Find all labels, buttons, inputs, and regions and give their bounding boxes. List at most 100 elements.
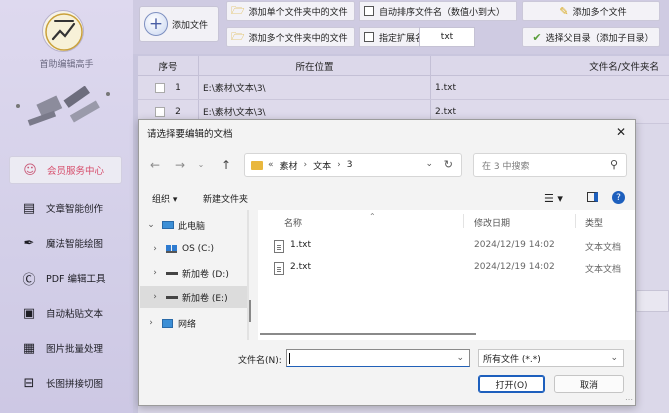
folder-icon: 🗁 [231,3,245,17]
navigation-tree: ⌄ 此电脑 › OS (C:) › 新加卷 (D:) › 新加卷 (E:) › … [140,210,247,340]
add-multi-files-button[interactable]: ✎ 添加多个文件 [522,1,660,21]
column-name-header[interactable]: 名称 [284,216,302,229]
filename-input[interactable]: ⌄ [286,349,470,367]
sidebar-item-vip-center[interactable]: ☺ 会员服务中心 [9,156,122,184]
row-checkbox[interactable] [155,82,166,93]
checkbox-box [364,32,374,42]
tree-item-os-c[interactable]: › OS (C:) [140,238,247,260]
search-input[interactable]: 在 3 中搜索 ⚲ [473,153,627,177]
add-multi-folder-button[interactable]: 🗁 添加多个文件夹中的文件 [226,27,355,47]
auto-sort-checkbox[interactable]: 自动排序文件名（数值小到大） [359,1,517,21]
chevron-down-icon[interactable]: ⌄ [456,353,464,363]
sidebar-item-label: PDF 编辑工具 [46,274,106,285]
new-folder-button[interactable]: 新建文件夹 [203,192,248,205]
horizontal-scrollbar[interactable] [260,333,476,335]
decorative-graphic [16,86,110,126]
sidebar-item-pdf[interactable]: Ⓒ PDF 编辑工具 [9,264,122,292]
sidebar-item-article[interactable]: ▤ 文章智能创作 [9,194,122,222]
help-icon[interactable]: ? [612,191,625,204]
column-index: 序号 [158,61,178,73]
check-icon: ✔ [532,30,542,44]
organize-button[interactable]: 组织 ▾ [152,192,177,205]
chevron-right-icon[interactable]: › [150,244,160,254]
column-location: 所在位置 [198,56,430,75]
row-location: E:\素材\文本\3\ [198,76,430,99]
breadcrumb-item[interactable]: 素材 [280,159,298,172]
close-icon[interactable]: ✕ [613,124,629,140]
add-file-button[interactable]: + 添加文件 [139,6,219,42]
hidden-button-fragment[interactable] [636,290,669,312]
tree-item-drive-e[interactable]: › 新加卷 (E:) [140,286,247,308]
forward-arrow-icon[interactable]: → [173,158,187,172]
sidebar-item-label: 魔法智能绘图 [46,239,104,250]
breadcrumb-overflow[interactable]: « [268,160,274,170]
sidebar-item-magic-draw[interactable]: ✒ 魔法智能绘图 [9,229,122,257]
cancel-button[interactable]: 取消 [554,375,624,393]
row-index: 2 [175,106,181,117]
extension-input[interactable]: txt [419,27,475,47]
chevron-right-icon[interactable]: › [150,292,160,302]
checkbox-box [364,6,374,16]
tree-item-this-pc[interactable]: ⌄ 此电脑 [140,214,247,236]
sidebar-item-auto-paste[interactable]: ▣ 自动粘贴文本 [9,299,122,327]
add-single-folder-button[interactable]: 🗁 添加单个文件夹中的文件 [226,1,355,21]
tree-scrollbar[interactable] [249,300,251,322]
open-button[interactable]: 打开(O) [478,375,545,393]
tree-item-network[interactable]: › 网络 [140,312,247,334]
chevron-down-icon[interactable]: ⌄ [194,160,208,169]
filename-label: 文件名(N): [238,356,282,366]
file-row[interactable]: 2.txt 2024/12/19 14:02 文本文档 [258,256,635,278]
file-list-header: 名称 ⌃ 修改日期 类型 [258,210,635,232]
chevron-down-icon[interactable]: ⌄ [146,220,156,230]
sidebar-item-label: 长图拼接切图 [46,379,104,390]
column-name: 文件名/文件夹名 [430,56,669,75]
dialog-title: 请选择要编辑的文档 [147,129,233,140]
sort-up-icon: ⌃ [369,212,376,221]
auto-sort-label: 自动排序文件名（数值小到大） [379,7,506,18]
sidebar-item-label: 图片批量处理 [46,344,104,355]
plus-icon: + [144,12,168,36]
pencil-icon: ✎ [559,4,569,18]
table-header: 序号 所在位置 文件名/文件夹名 [138,56,669,76]
user-icon: ☺ [23,162,37,178]
preview-pane-icon[interactable] [587,192,598,202]
breadcrumb-item[interactable]: 文本 [313,159,331,172]
sidebar-item-label: 会员服务中心 [47,166,105,177]
breadcrumb-item[interactable]: 3 [347,160,353,170]
sidebar-item-label: 文章智能创作 [46,204,104,215]
table-row[interactable]: 1 E:\素材\文本\3\ 1.txt [138,76,669,100]
drive-icon [165,268,178,278]
row-checkbox[interactable] [155,106,166,117]
tree-label: 此电脑 [178,221,206,232]
resize-grip-icon[interactable]: ⋯ [625,395,633,404]
tree-label: 网络 [178,319,197,330]
column-date-header[interactable]: 修改日期 [474,216,510,229]
open-file-dialog: 请选择要编辑的文档 ✕ ← → ⌄ ↑ « 素材 › 文本 › 3 ⌄ ↻ 在 … [138,119,636,406]
filetype-select[interactable]: 所有文件 (*.*) ⌄ [478,349,624,367]
tree-item-drive-d[interactable]: › 新加卷 (D:) [140,262,247,284]
address-bar[interactable]: « 素材 › 文本 › 3 ⌄ ↻ [244,153,462,177]
sidebar-item-long-image[interactable]: ⊟ 长图拼接切图 [9,369,122,397]
folder-icon [251,160,263,170]
chevron-down-icon[interactable]: ⌄ [425,159,433,169]
up-arrow-icon[interactable]: ↑ [219,158,233,172]
file-row[interactable]: 1.txt 2024/12/19 14:02 文本文档 [258,234,635,256]
view-menu-icon[interactable]: ☰ ▾ [544,192,563,205]
back-arrow-icon[interactable]: ← [148,158,162,172]
chevron-right-icon[interactable]: › [150,268,160,278]
file-name: 2.txt [290,262,311,272]
tree-label: 新加卷 (E:) [182,293,228,304]
file-date: 2024/12/19 14:02 [474,262,555,272]
add-file-label: 添加文件 [172,20,209,31]
refresh-icon[interactable]: ↻ [444,158,453,171]
chevron-right-icon[interactable]: › [146,318,156,328]
sidebar-item-image-batch[interactable]: ▦ 图片批量处理 [9,334,122,362]
column-type-header[interactable]: 类型 [585,216,603,229]
select-parent-button[interactable]: ✔ 选择父目录（添加子目录） [522,27,660,47]
app-logo [42,10,84,52]
row-index: 1 [175,82,181,93]
file-type: 文本文档 [585,265,622,275]
add-multi-folder-label: 添加多个文件夹中的文件 [248,33,348,44]
image-icon: ▦ [22,340,36,356]
file-date: 2024/12/19 14:02 [474,240,555,250]
